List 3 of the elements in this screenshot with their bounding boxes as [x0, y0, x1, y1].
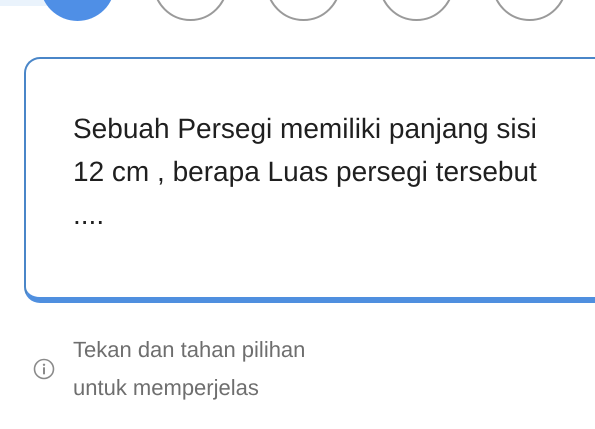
- info-icon: [33, 358, 55, 380]
- hint-text: Tekan dan tahan pilihan untuk memperjelas: [73, 336, 306, 402]
- question-text: Sebuah Persegi memiliki panjang sisi 12 cm , berapa Luas persegi tersebut ....: [73, 112, 538, 232]
